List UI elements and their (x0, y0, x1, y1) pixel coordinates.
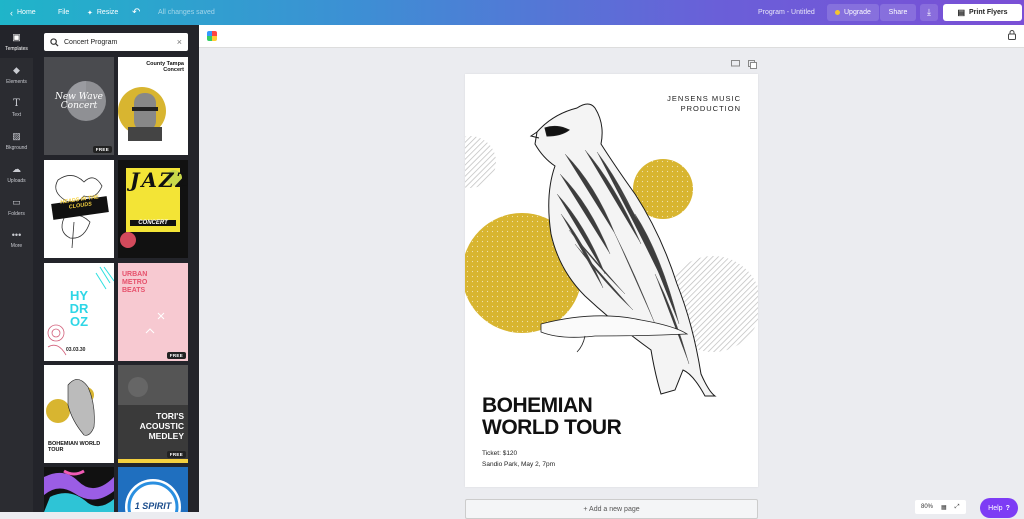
template-subtitle: CONCERT (130, 220, 176, 226)
undo-button[interactable]: ↶ (132, 0, 140, 25)
home-button[interactable]: ‹ Home (10, 0, 36, 25)
rail-label: Templates (5, 45, 28, 52)
template-urban-metro-beats[interactable]: URBAN METRO BEATS FREE (118, 263, 188, 361)
question-icon: ? (1005, 504, 1010, 512)
file-label: File (58, 9, 70, 16)
rail-item-more[interactable]: ••• More (0, 223, 33, 256)
free-badge: FREE (166, 451, 186, 458)
folders-icon: ▭ (12, 196, 21, 207)
search-value: Concert Program (64, 38, 118, 46)
crown-icon (835, 10, 840, 15)
background-icon: ▨ (12, 130, 21, 141)
template-1-spirit[interactable]: 1 SPIRIT (118, 467, 188, 512)
template-title: HY DR OZ (69, 288, 89, 329)
template-toris-acoustic-medley[interactable]: TORI'S ACOUSTIC MEDLEY FREE (118, 365, 188, 463)
undo-icon: ↶ (132, 7, 141, 18)
free-badge: FREE (166, 352, 186, 359)
document-title[interactable]: Program - Untitled (758, 0, 815, 25)
rail-label: Uploads (7, 177, 26, 184)
help-button[interactable]: Help ? (980, 498, 1018, 518)
poster-title[interactable]: BOHEMIAN WORLD TOUR (482, 394, 622, 439)
template-abstract-paint[interactable] (44, 467, 114, 512)
rail-label: Elements (6, 78, 27, 85)
top-toolbar: ‹ Home File ✦ Resize ↶ All changes saved… (0, 0, 1024, 25)
upgrade-button[interactable]: Upgrade (827, 4, 879, 21)
text-icon: T (13, 97, 20, 109)
poster-title-line-1: BOHEMIAN (482, 394, 593, 417)
template-bohemian-world-tour[interactable]: BOHEMIAN WORLD TOUR (44, 365, 114, 463)
rail-item-text[interactable]: T Text (0, 91, 33, 124)
document-title-text: Program - Untitled (758, 9, 815, 16)
free-badge: FREE (92, 146, 112, 153)
share-button[interactable]: Share (880, 4, 916, 21)
color-picker-icon[interactable] (207, 31, 217, 41)
producer-line-1: JENSENS MUSIC (667, 94, 741, 103)
help-label: Help (988, 504, 1003, 512)
save-status: All changes saved (158, 0, 215, 25)
template-jazz-concert[interactable]: JAZZ CONCERT (118, 160, 188, 258)
search-icon (50, 37, 59, 47)
template-county-tampa-concert[interactable]: County Tampa Concert (118, 57, 188, 155)
rail-item-templates[interactable]: ▣ Templates (0, 25, 33, 58)
templates-icon: ▣ (12, 31, 21, 42)
template-title: County Tampa Concert (146, 61, 184, 73)
add-page-label: + Add a new page (583, 505, 640, 513)
poster-details[interactable]: Ticket: $120 Sandio Park, May 2, 7pm (482, 448, 555, 470)
template-artwork (44, 469, 114, 512)
page-notes-icon[interactable] (731, 60, 740, 68)
download-icon: ⤓ (927, 7, 931, 17)
rail-label: Text (11, 111, 22, 118)
duplicate-page-icon[interactable] (748, 60, 757, 69)
template-title: BOHEMIAN WORLD TOUR (48, 441, 101, 453)
lock-icon[interactable] (1008, 30, 1016, 40)
rail-item-background[interactable]: ▨ Bkground (0, 124, 33, 157)
grid-view-icon[interactable]: ▦ (941, 504, 947, 511)
producer-text[interactable]: JENSENS MUSIC PRODUCTION (667, 94, 741, 114)
rail-label: More (10, 243, 23, 249)
rail-label: Bkground (5, 144, 28, 151)
print-flyers-button[interactable]: ▤ Print Flyers (943, 4, 1022, 21)
rail-item-folders[interactable]: ▭ Folders (0, 190, 33, 223)
share-label: Share (888, 9, 908, 16)
upgrade-label: Upgrade (844, 9, 871, 16)
rail-item-elements[interactable]: ◆ Elements (0, 58, 33, 91)
printer-icon: ▤ (957, 8, 966, 17)
rail-label: Folders (8, 210, 25, 217)
template-date: 03.03.30 (66, 347, 86, 353)
venue-text: Sandio Park, May 2, 7pm (482, 461, 555, 468)
template-heads-in-the-clouds[interactable]: HEADS IN THE CLOUDS (44, 160, 114, 258)
producer-line-2: PRODUCTION (680, 104, 741, 113)
save-status-text: All changes saved (158, 9, 215, 16)
template-artwork (145, 312, 165, 334)
template-hydroz[interactable]: HY DR OZ 03.03.30 (44, 263, 114, 361)
template-title: 1 SPIRIT (134, 501, 172, 511)
zoom-level[interactable]: 80% (921, 504, 933, 510)
elements-icon: ◆ (13, 64, 20, 75)
template-title: TORI'S ACOUSTIC MEDLEY (139, 411, 184, 441)
resize-button[interactable]: ✦ Resize (87, 0, 118, 25)
chevron-left-icon: ‹ (10, 7, 13, 18)
uploads-icon: ☁ (12, 163, 21, 174)
resize-label: Resize (96, 9, 119, 16)
template-title: JAZZ (130, 168, 188, 192)
file-menu-button[interactable]: File (58, 0, 69, 25)
ticket-text: Ticket: $120 (482, 450, 518, 457)
search-input[interactable]: Concert Program × (44, 33, 188, 51)
template-title: New Wave Concert (54, 92, 103, 111)
download-button[interactable]: ⤓ (920, 4, 938, 21)
poster-title-line-2: WORLD TOUR (482, 416, 622, 439)
side-rail: ▣ Templates ◆ Elements T Text ▨ Bkground… (0, 25, 33, 512)
fullscreen-icon[interactable]: ⤢ (955, 504, 960, 511)
clear-icon[interactable]: × (177, 37, 182, 47)
sparkle-icon: ✦ (87, 9, 93, 17)
template-new-wave-concert[interactable]: New Wave Concert FREE (44, 57, 114, 155)
more-icon: ••• (11, 230, 22, 240)
add-page-button[interactable]: + Add a new page (465, 499, 758, 519)
editor-subtoolbar (199, 25, 1024, 48)
print-label: Print Flyers (969, 9, 1008, 16)
rail-item-uploads[interactable]: ☁ Uploads (0, 157, 33, 190)
home-label: Home (17, 9, 36, 16)
design-page[interactable]: JENSENS MUSIC PRODUCTION BOHEMIAN WORLD … (465, 74, 758, 487)
